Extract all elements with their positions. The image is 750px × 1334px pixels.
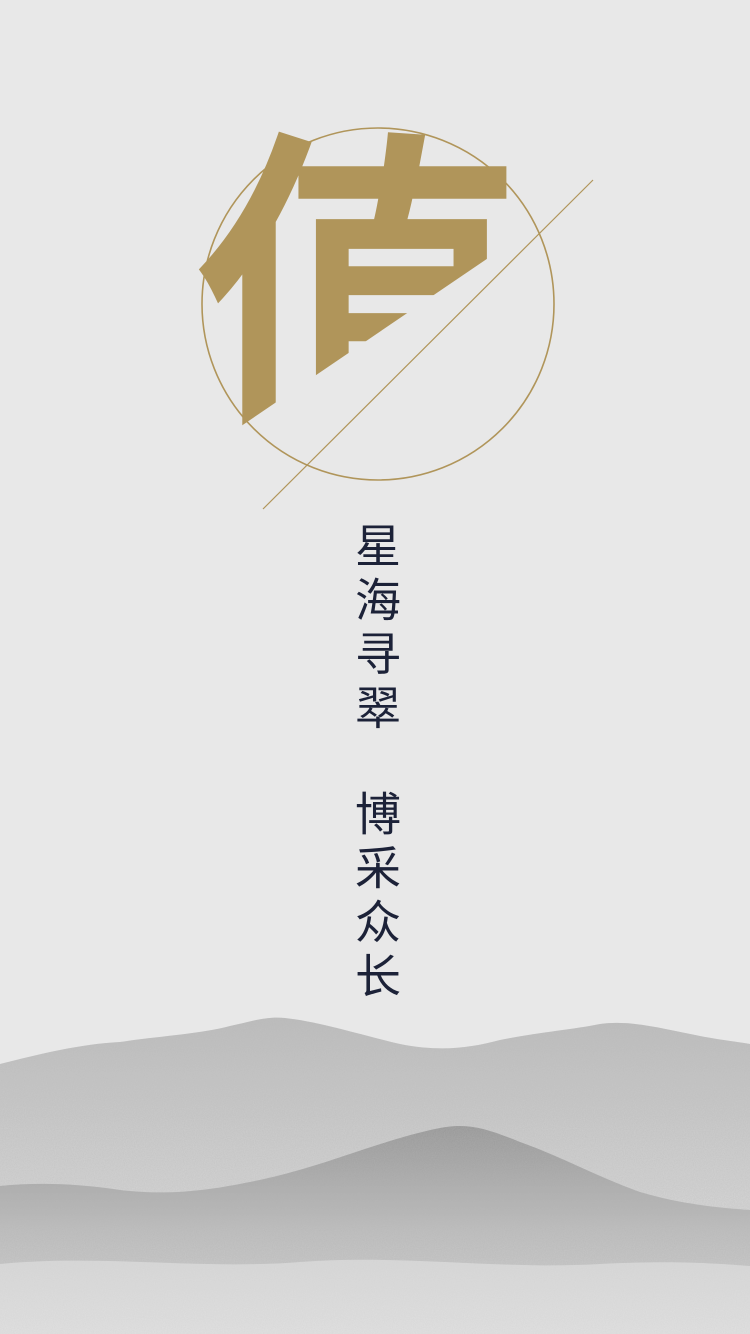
logo-character: 值 (195, 105, 525, 493)
logo-emblem: 值 (195, 105, 594, 510)
mist-band (0, 1259, 750, 1334)
splash-screen: 值 星海寻翠 博采众长 (0, 0, 750, 1334)
ink-mountains-icon (0, 1017, 750, 1334)
tagline: 星海寻翠 博采众长 (335, 522, 415, 1006)
tagline-line-2: 博采众长 (348, 790, 402, 1006)
tagline-line-1: 星海寻翠 (348, 522, 402, 738)
